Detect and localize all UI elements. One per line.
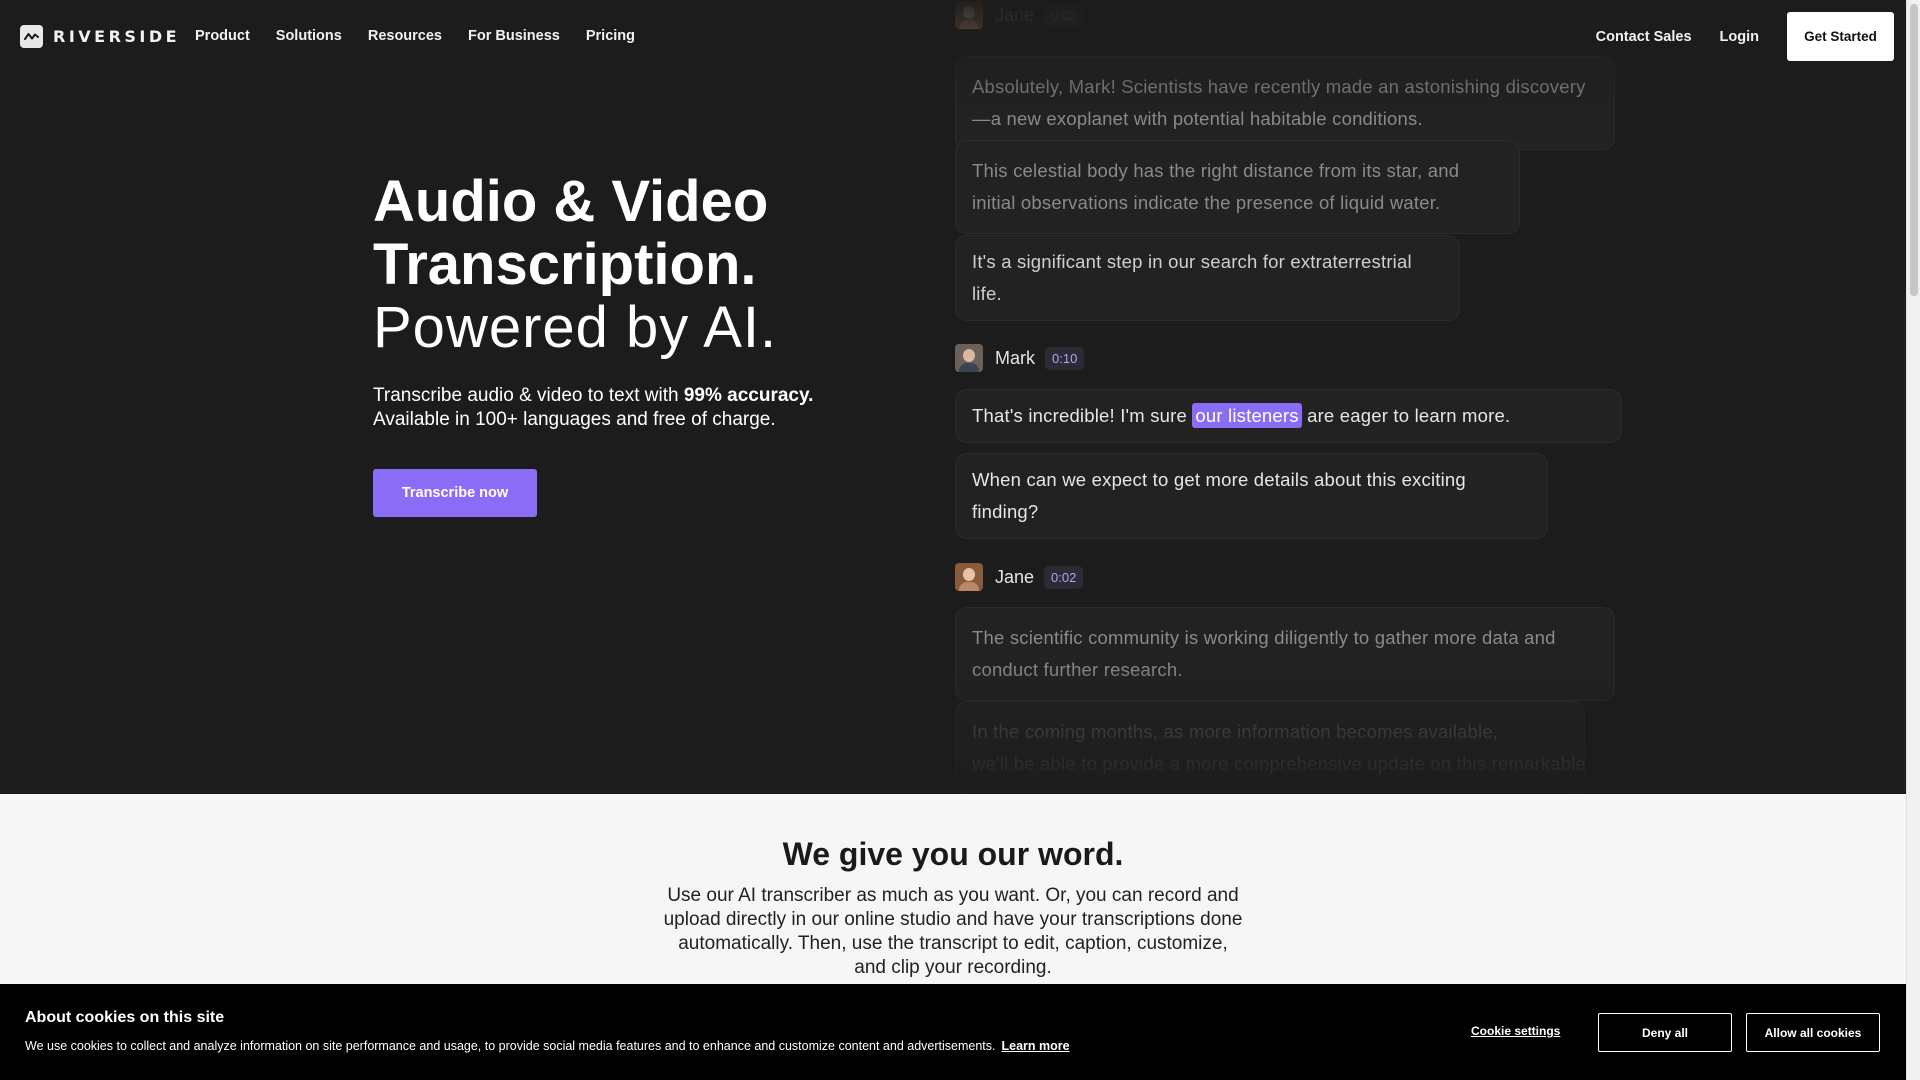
hero-section: Jane 0:02 Absolutely, Mark! Scientists h… — [0, 0, 1906, 794]
timestamp-badge: 0:10 — [1045, 346, 1085, 370]
top-nav: RIVERSIDE Product Solutions Resources Fo… — [0, 0, 1906, 72]
nav-item-pricing[interactable]: Pricing — [586, 28, 635, 44]
highlighted-word[interactable]: our listeners — [1192, 403, 1302, 428]
bubble-text: That's incredible! I'm sure — [972, 405, 1193, 426]
contact-sales-link[interactable]: Contact Sales — [1596, 29, 1692, 45]
nav-item-for-business[interactable]: For Business — [468, 28, 560, 44]
section-title: We give you our word. — [782, 836, 1124, 872]
learn-more-link[interactable]: Learn more — [1001, 1039, 1069, 1053]
avatar — [955, 563, 983, 591]
timestamp-badge: 0:02 — [1044, 565, 1084, 589]
transcript-bubble: The scientific community is working dili… — [955, 607, 1615, 701]
transcript-bubble: When can we expect to get more details a… — [955, 453, 1548, 539]
bubble-text: are eager to learn more. — [1301, 405, 1511, 426]
hero-title-line: Audio & Video — [373, 169, 769, 234]
scrollbar[interactable] — [1906, 0, 1920, 1080]
speaker-header-mark: Mark 0:10 — [955, 343, 1085, 373]
avatar — [955, 344, 983, 372]
nav-actions: Contact Sales Login Get Started — [1596, 12, 1894, 61]
hero-title-line: Transcription. — [373, 232, 757, 297]
nav-links: Product Solutions Resources For Business… — [195, 0, 661, 72]
hero-subtitle-text: Transcribe audio & video to text with — [373, 385, 684, 406]
transcribe-now-button[interactable]: Transcribe now — [373, 469, 537, 517]
hero-subtitle-text: Available in 100+ languages and free of … — [373, 409, 776, 430]
speaker-header-jane: Jane 0:02 — [955, 562, 1084, 592]
deny-all-button[interactable]: Deny all — [1598, 1013, 1732, 1052]
transcript-preview: Jane 0:02 Absolutely, Mark! Scientists h… — [955, 0, 1655, 794]
cookie-description: We use cookies to collect and analyze in… — [25, 1039, 996, 1053]
get-started-button[interactable]: Get Started — [1787, 12, 1894, 61]
transcript-bubble-highlighted: That's incredible! I'm sure our listener… — [955, 389, 1622, 443]
allow-all-cookies-button[interactable]: Allow all cookies — [1746, 1013, 1880, 1052]
speaker-name: Jane — [995, 566, 1035, 587]
hero-title-line: Powered by AI. — [373, 295, 778, 360]
section-description: Use our AI transcriber as much as you wa… — [663, 885, 1243, 978]
hero-subtitle: Transcribe audio & video to text with 99… — [373, 384, 813, 432]
riverside-logo-icon — [20, 25, 43, 48]
cookie-text: We use cookies to collect and analyze in… — [25, 1039, 1070, 1053]
nav-item-product[interactable]: Product — [195, 28, 250, 44]
hero-title: Audio & Video Transcription. Powered by … — [373, 170, 777, 359]
cookie-title: About cookies on this site — [25, 1009, 225, 1026]
logo[interactable]: RIVERSIDE — [20, 25, 180, 48]
bubble-text: In the coming months, as more informatio… — [972, 721, 1499, 742]
transcript-bubble: This celestial body has the right distan… — [955, 140, 1520, 234]
bubble-text: we'll be able to provide a more comprehe… — [972, 753, 1587, 774]
speaker-name: Mark — [995, 347, 1035, 368]
login-link[interactable]: Login — [1720, 29, 1759, 45]
nav-item-resources[interactable]: Resources — [368, 28, 442, 44]
scrollbar-thumb[interactable] — [1910, 4, 1918, 296]
nav-item-solutions[interactable]: Solutions — [276, 28, 342, 44]
hero-subtitle-accuracy: 99% accuracy. — [683, 385, 814, 406]
transcript-bubble: In the coming months, as more informatio… — [955, 701, 1587, 794]
logo-text: RIVERSIDE — [53, 27, 181, 46]
transcript-bubble: It's a significant step in our search fo… — [955, 235, 1460, 321]
cookie-settings-link[interactable]: Cookie settings — [1471, 1024, 1560, 1038]
